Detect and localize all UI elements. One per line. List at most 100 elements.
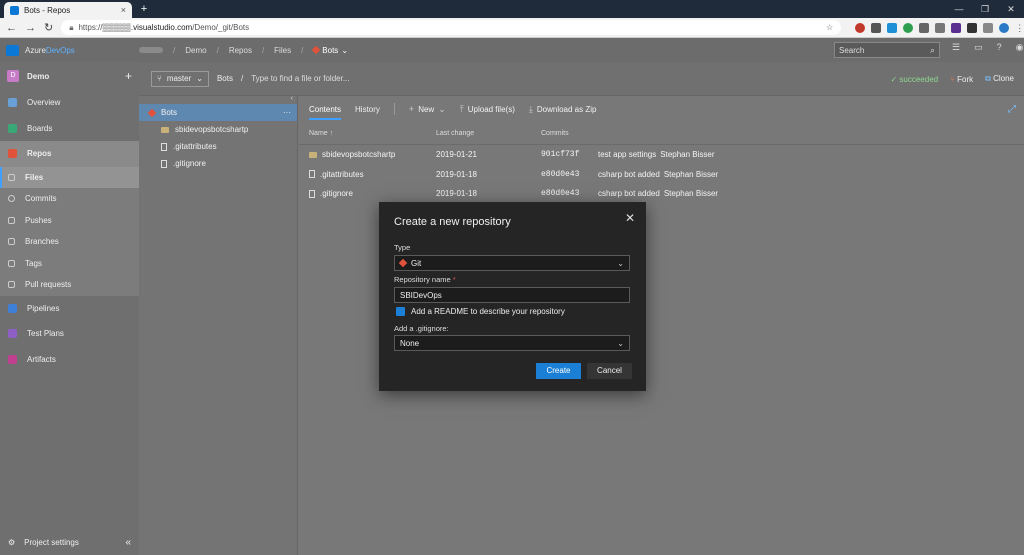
column-name[interactable]: Name ↑ bbox=[299, 130, 436, 137]
readme-checkbox[interactable]: Add a README to describe your repository bbox=[396, 307, 565, 316]
extension-check-icon[interactable] bbox=[919, 22, 930, 33]
row-author: Stephan Bisser bbox=[663, 169, 719, 179]
reload-icon[interactable]: ↻ bbox=[44, 21, 53, 34]
sidebar-item-repos[interactable]: Repos bbox=[0, 141, 139, 167]
address-bar[interactable]: 🔒︎ https://▒▒▒▒▒.visualstudio.com/Demo/_… bbox=[61, 20, 842, 35]
extension-badge-icon[interactable] bbox=[967, 22, 978, 33]
close-icon[interactable]: ✕ bbox=[625, 211, 635, 225]
row-name[interactable]: sbidevopsbotcshartp bbox=[322, 150, 395, 159]
row-name[interactable]: .gitignore bbox=[320, 189, 353, 198]
artifacts-icon bbox=[8, 354, 17, 364]
extension-grid-icon[interactable] bbox=[983, 22, 994, 33]
table-row[interactable]: .gitattributes 2019-01-18 e80d0e43 cshar… bbox=[299, 165, 1024, 185]
sidebar-item-pushes[interactable]: Pushes bbox=[0, 210, 139, 232]
tab-contents[interactable]: Contents bbox=[309, 99, 342, 120]
sidebar-item-pull-requests[interactable]: Pull requests bbox=[0, 274, 139, 296]
row-message: csharp bot added bbox=[598, 189, 660, 199]
sidebar-item-pipelines[interactable]: Pipelines bbox=[0, 296, 139, 322]
gitignore-dropdown[interactable]: None ⌄ bbox=[394, 335, 630, 351]
search-input[interactable]: Search ⌕ bbox=[834, 42, 940, 58]
breadcrumb-organization[interactable] bbox=[139, 47, 163, 53]
extension-green-icon[interactable] bbox=[903, 22, 914, 33]
tree-item[interactable]: .gitignore bbox=[139, 155, 297, 172]
repo-selector[interactable]: Bots ⌄ bbox=[312, 45, 349, 55]
extension-code-icon[interactable] bbox=[871, 22, 882, 33]
breadcrumb-files[interactable]: Files bbox=[274, 46, 291, 55]
more-options-icon[interactable]: ··· bbox=[283, 108, 291, 117]
tree-root[interactable]: Bots ··· bbox=[139, 104, 297, 121]
close-window-button[interactable]: ✕ bbox=[998, 0, 1024, 18]
task-list-icon[interactable]: ☰ bbox=[952, 42, 960, 53]
tab-close-icon[interactable]: × bbox=[121, 5, 126, 15]
cancel-button[interactable]: Cancel bbox=[587, 363, 632, 379]
upload-button[interactable]: ⤒ Upload file(s) bbox=[460, 104, 515, 115]
tree-item[interactable]: .gitattributes bbox=[139, 138, 297, 155]
restore-button[interactable]: ❐ bbox=[972, 0, 998, 18]
checkbox-checked-icon[interactable] bbox=[396, 307, 405, 316]
project-settings[interactable]: ⚙ Project settings « bbox=[0, 529, 139, 555]
row-commit[interactable]: 901cf73f bbox=[541, 150, 598, 159]
create-button[interactable]: Create bbox=[536, 363, 581, 379]
ado-logo[interactable]: Azure DevOps bbox=[0, 44, 139, 56]
breadcrumb-project[interactable]: Demo bbox=[185, 46, 206, 55]
chevron-down-icon: ⌄ bbox=[341, 45, 349, 55]
minimize-button[interactable]: — bbox=[946, 0, 972, 18]
repository-name-input[interactable]: SBIDevOps bbox=[394, 287, 630, 303]
chevron-down-icon: ⌄ bbox=[438, 103, 446, 114]
build-status[interactable]: ✓ succeeded bbox=[890, 75, 938, 84]
sidebar-item-commits[interactable]: Commits bbox=[0, 188, 139, 210]
back-arrow-icon[interactable]: ← bbox=[6, 22, 17, 34]
path-repo-name[interactable]: Bots bbox=[217, 74, 233, 83]
project-header[interactable]: D Demo + bbox=[0, 62, 139, 90]
sidebar-item-boards[interactable]: Boards bbox=[0, 116, 139, 142]
browser-tab[interactable]: Bots - Repos × bbox=[4, 2, 132, 18]
new-button[interactable]: + New ⌄ bbox=[409, 104, 446, 115]
user-avatar-icon[interactable]: ◉ bbox=[1016, 42, 1024, 53]
browser-menu-icon[interactable]: ⋮ bbox=[1015, 23, 1024, 33]
file-icon bbox=[309, 189, 315, 198]
fork-button[interactable]: ⑂ Fork bbox=[950, 75, 973, 84]
tree-item-label: .gitignore bbox=[173, 159, 206, 168]
type-dropdown[interactable]: Git ⌄ bbox=[394, 255, 630, 271]
sidebar-item-files[interactable]: Files bbox=[0, 166, 139, 188]
file-icon bbox=[8, 173, 15, 181]
tab-history[interactable]: History bbox=[355, 105, 380, 114]
fork-label: Fork bbox=[957, 74, 974, 84]
breadcrumb-repos[interactable]: Repos bbox=[229, 46, 252, 55]
header-icons: ☰ ▭ ? ◉ bbox=[952, 42, 1023, 53]
profile-avatar[interactable] bbox=[999, 22, 1010, 33]
plus-icon: + bbox=[408, 104, 415, 114]
sidebar-item-test-plans[interactable]: Test Plans bbox=[0, 321, 139, 347]
row-name[interactable]: .gitattributes bbox=[320, 170, 364, 179]
row-commit[interactable]: e80d0e43 bbox=[541, 170, 598, 179]
help-icon[interactable]: ? bbox=[997, 42, 1002, 53]
bookmark-star-icon[interactable]: ☆ bbox=[826, 23, 833, 32]
extension-v-icon[interactable] bbox=[951, 22, 962, 33]
sidebar-item-overview[interactable]: Overview bbox=[0, 90, 139, 116]
row-commit[interactable]: e80d0e43 bbox=[541, 189, 598, 198]
extension-abp-icon[interactable] bbox=[855, 22, 866, 33]
shopping-bag-icon[interactable]: ▭ bbox=[974, 42, 983, 53]
extension-windows-icon[interactable] bbox=[887, 22, 898, 33]
fullscreen-icon[interactable]: ⤢ bbox=[1008, 104, 1016, 115]
table-row[interactable]: sbidevopsbotcshartp 2019-01-21 901cf73f … bbox=[299, 145, 1024, 165]
new-tab-button[interactable]: + bbox=[138, 3, 150, 15]
clone-button[interactable]: ⧉ Clone bbox=[985, 74, 1014, 84]
sidebar-item-tags[interactable]: Tags bbox=[0, 253, 139, 275]
table-row[interactable]: .gitignore 2019-01-18 e80d0e43 csharp bo… bbox=[299, 184, 1024, 204]
sidebar-item-label: Tags bbox=[25, 258, 42, 268]
collapse-tree-icon[interactable]: ‹ bbox=[291, 95, 293, 102]
sidebar-item-artifacts[interactable]: Artifacts bbox=[0, 347, 139, 373]
tree-item[interactable]: sbidevopsbotcshartp bbox=[139, 121, 297, 138]
branch-selector[interactable]: ⑂ master ⌄ bbox=[151, 70, 209, 87]
download-zip-button[interactable]: ⤓ Download as Zip bbox=[529, 104, 597, 115]
path-search-input[interactable]: Type to find a file or folder... bbox=[251, 74, 349, 83]
sidebar-item-branches[interactable]: Branches bbox=[0, 231, 139, 253]
azure-devops-logo-icon bbox=[6, 44, 19, 56]
forward-arrow-icon[interactable]: → bbox=[25, 22, 36, 34]
add-icon[interactable]: + bbox=[125, 69, 132, 83]
row-date: 2019-01-21 bbox=[436, 150, 477, 160]
search-icon[interactable]: ⌕ bbox=[930, 45, 935, 56]
collapse-sidebar-icon[interactable]: « bbox=[125, 537, 131, 548]
extension-puzzle-icon[interactable] bbox=[935, 22, 946, 33]
